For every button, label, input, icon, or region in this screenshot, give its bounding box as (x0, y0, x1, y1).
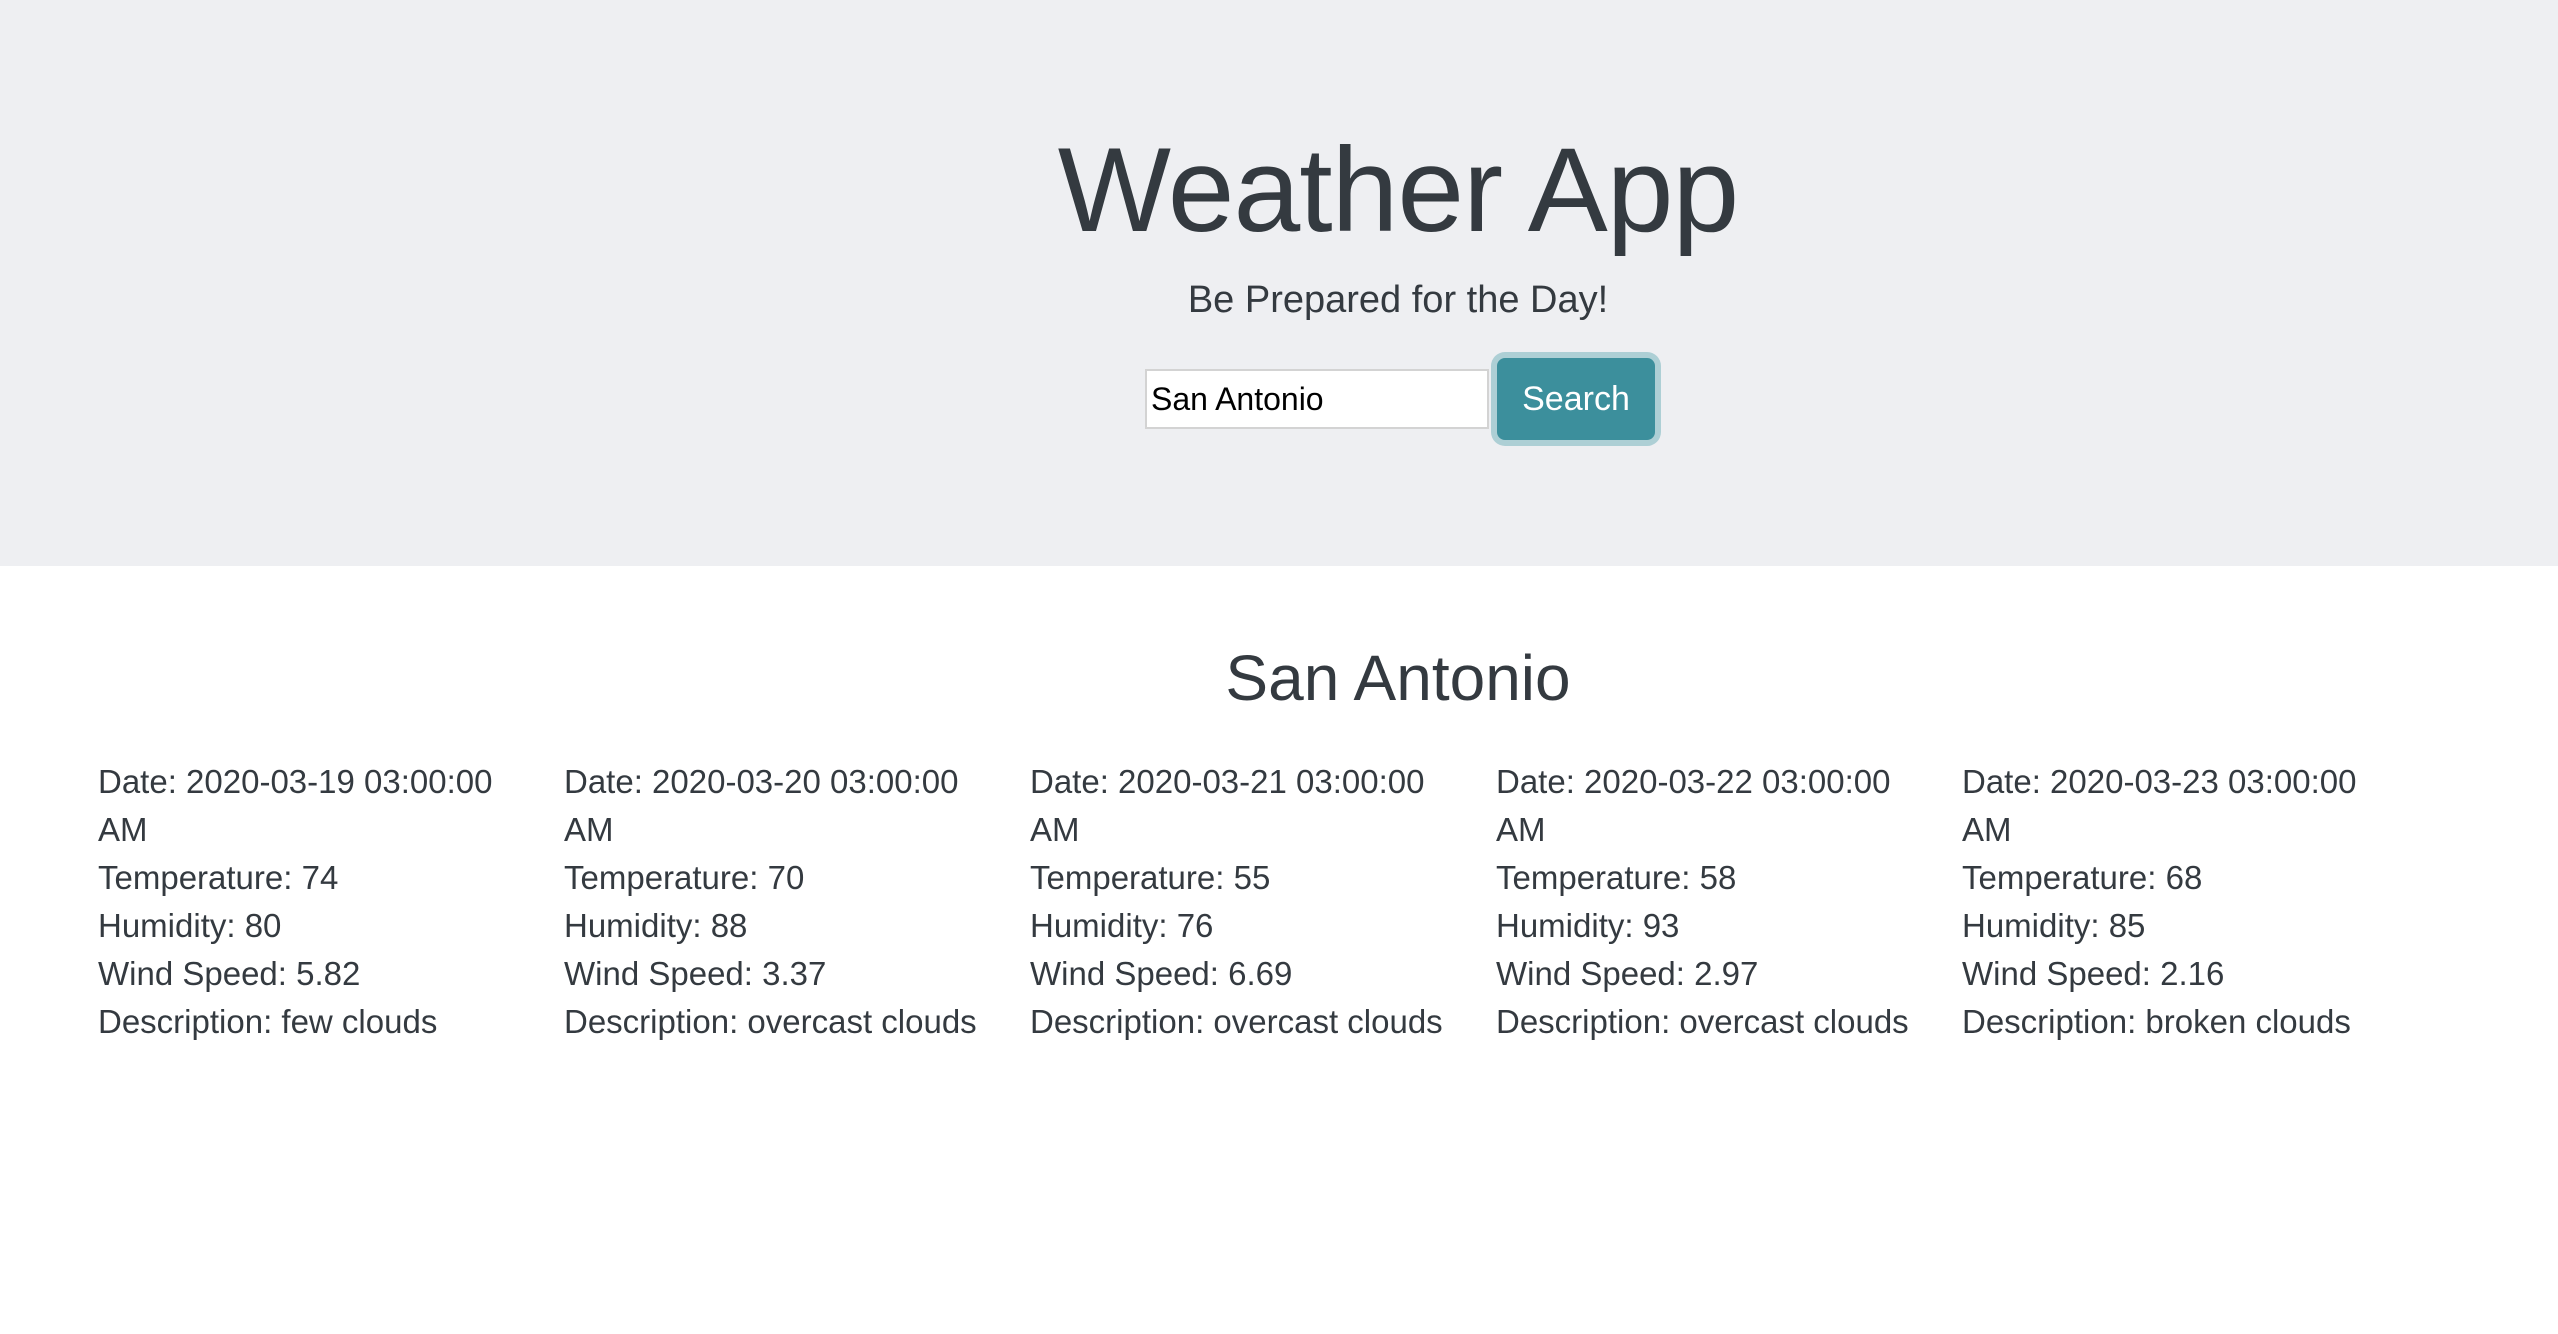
forecast-date: Date: 2020-03-21 03:00:00 AM (1030, 763, 1425, 848)
forecast-wind-speed: Wind Speed: 2.16 (1962, 955, 2225, 992)
forecast-wind-speed: Wind Speed: 2.97 (1496, 955, 1759, 992)
forecast-humidity: Humidity: 88 (564, 907, 748, 944)
forecast-wind-speed: Wind Speed: 5.82 (98, 955, 361, 992)
forecast-date: Date: 2020-03-19 03:00:00 AM (98, 763, 493, 848)
forecast-card: Date: 2020-03-22 03:00:00 AM Temperature… (1496, 758, 1962, 1046)
forecast-temperature: Temperature: 68 (1962, 859, 2203, 896)
app-subtitle: Be Prepared for the Day! (1187, 279, 1609, 321)
city-heading: San Antonio (1225, 642, 1571, 714)
forecast-humidity: Humidity: 80 (98, 907, 282, 944)
forecast-list: Date: 2020-03-19 03:00:00 AM Temperature… (98, 758, 2428, 1046)
forecast-card: Date: 2020-03-20 03:00:00 AM Temperature… (564, 758, 1030, 1046)
forecast-description: Description: overcast clouds (564, 1003, 977, 1040)
forecast-description: Description: overcast clouds (1496, 1003, 1909, 1040)
forecast-wind-speed: Wind Speed: 3.37 (564, 955, 827, 992)
forecast-wind-speed: Wind Speed: 6.69 (1030, 955, 1293, 992)
forecast-description: Description: few clouds (98, 1003, 438, 1040)
search-button[interactable]: Search (1497, 358, 1655, 440)
forecast-card: Date: 2020-03-21 03:00:00 AM Temperature… (1030, 758, 1496, 1046)
forecast-humidity: Humidity: 76 (1030, 907, 1214, 944)
app-title: Weather App (1057, 123, 1740, 257)
city-search-input[interactable] (1145, 369, 1489, 429)
forecast-temperature: Temperature: 70 (564, 859, 805, 896)
search-form: Search (1145, 358, 1655, 440)
forecast-humidity: Humidity: 85 (1962, 907, 2146, 944)
forecast-temperature: Temperature: 74 (98, 859, 339, 896)
forecast-humidity: Humidity: 93 (1496, 907, 1680, 944)
forecast-temperature: Temperature: 58 (1496, 859, 1737, 896)
forecast-description: Description: overcast clouds (1030, 1003, 1443, 1040)
forecast-card: Date: 2020-03-19 03:00:00 AM Temperature… (98, 758, 564, 1046)
forecast-date: Date: 2020-03-23 03:00:00 AM (1962, 763, 2357, 848)
header-jumbotron: Weather App Be Prepared for the Day! Sea… (0, 0, 2558, 566)
forecast-card: Date: 2020-03-23 03:00:00 AM Temperature… (1962, 758, 2428, 1046)
forecast-date: Date: 2020-03-20 03:00:00 AM (564, 763, 959, 848)
forecast-description: Description: broken clouds (1962, 1003, 2351, 1040)
forecast-temperature: Temperature: 55 (1030, 859, 1271, 896)
forecast-date: Date: 2020-03-22 03:00:00 AM (1496, 763, 1891, 848)
